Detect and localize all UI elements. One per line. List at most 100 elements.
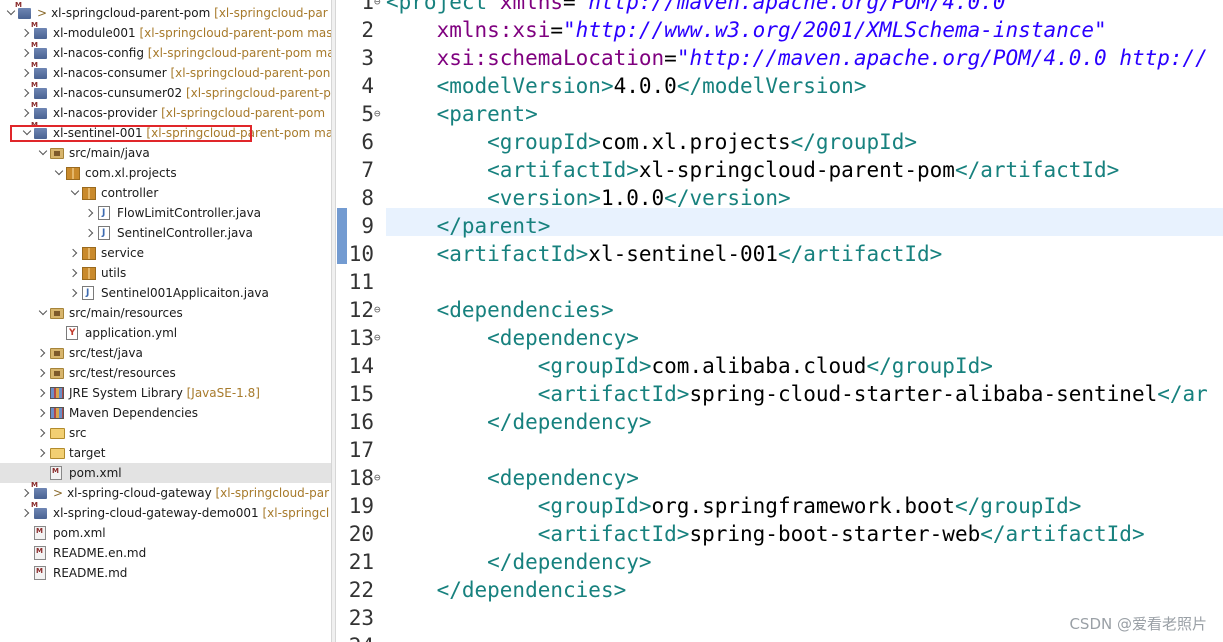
tree-item[interactable]: controller [0,183,331,203]
package-icon [82,267,96,280]
chevron-down-icon[interactable] [70,183,80,203]
tree-item[interactable]: README.md [0,563,331,583]
chevron-right-icon[interactable] [38,343,48,363]
code-token: org.springframework.boot [651,494,955,518]
project-icon [31,501,47,519]
tree-item[interactable]: src/test/java [0,343,331,363]
code-line[interactable]: 12 ⊖ <dependencies> [336,296,1223,324]
tree-item[interactable]: xl-nacos-consumer [xl-springcloud-parent… [0,61,331,83]
tree-item[interactable]: com.xl.projects [0,163,331,183]
tree-item[interactable]: service [0,243,331,263]
code-line[interactable]: 3 xsi:schemaLocation="http://maven.apach… [336,44,1223,72]
tree-item[interactable]: >xl-spring-cloud-gateway [xl-springcloud… [0,481,331,503]
tree-item[interactable]: README.en.md [0,543,331,563]
fold-toggle-icon[interactable]: ⊖ [374,464,381,492]
tree-item[interactable]: application.yml [0,323,331,343]
code-token: </dependencies> [436,578,627,602]
line-number: 19 [348,494,374,518]
code-line[interactable]: 5 ⊖ <parent> [336,100,1223,128]
code-token: <groupId> [537,494,652,518]
tree-item[interactable]: xl-nacos-provider [xl-springcloud-parent… [0,101,331,123]
chevron-down-icon[interactable] [38,143,48,163]
fold-toggle-icon[interactable]: ⊖ [374,0,381,16]
markdown-file-icon [34,566,46,580]
tree-item[interactable]: utils [0,263,331,283]
project-icon [31,61,47,79]
code-editor[interactable]: 1 ⊖ <project xmlns="http://maven.apache.or… [336,0,1223,642]
tree-item-label: utils [101,263,126,283]
tree-item[interactable]: target [0,443,331,463]
chevron-right-icon[interactable] [70,243,80,263]
tree-item-name: target [69,446,106,460]
tree-item[interactable]: pom.xml [0,463,331,483]
code-line[interactable]: 13 ⊖ <dependency> [336,324,1223,352]
tree-item[interactable]: xl-module001 [xl-springcloud-parent-pom … [0,21,331,43]
code-text: </dependency> [386,548,651,576]
tree-item[interactable]: xl-nacos-config [xl-springcloud-parent-p… [0,41,331,63]
tree-item[interactable]: xl-spring-cloud-gateway-demo001 [xl-spri… [0,501,331,523]
code-token: <project [386,0,500,14]
chevron-right-icon[interactable] [70,263,80,283]
code-line[interactable]: 10 <artifactId>xl-sentinel-001</artifact… [336,240,1223,268]
code-line[interactable]: 1 ⊖ <project xmlns="http://maven.apache.or… [336,0,1223,16]
code-line[interactable]: 7 <artifactId>xl-springcloud-parent-pom<… [336,156,1223,184]
chevron-right-icon[interactable] [70,283,80,303]
project-explorer[interactable]: >xl-springcloud-parent-pom [xl-springclo… [0,0,331,642]
code-line[interactable]: 8 <version>1.0.0</version> [336,184,1223,212]
chevron-right-icon[interactable] [38,363,48,383]
tree-item-name: src/test/java [69,346,143,360]
code-text: <groupId>org.springframework.boot</group… [386,492,1082,520]
code-line[interactable]: 2 xmlns:xsi="http://www.w3.org/2001/XMLS… [336,16,1223,44]
chevron-right-icon[interactable] [86,203,96,223]
tree-item-label: com.xl.projects [85,163,177,183]
tree-item[interactable]: JRE System Library [JavaSE-1.8] [0,383,331,403]
fold-toggle-icon[interactable]: ⊖ [374,100,381,128]
tree-item[interactable]: src/test/resources [0,363,331,383]
code-token: </parent> [436,214,551,238]
code-line[interactable]: 21 </dependency> [336,548,1223,576]
tree-item[interactable]: src/main/resources [0,303,331,323]
tree-item[interactable]: >xl-springcloud-parent-pom [xl-springclo… [0,1,331,23]
chevron-right-icon[interactable] [38,383,48,403]
tree-item-decoration: [JavaSE-1.8] [182,386,260,400]
tree-item[interactable]: Maven Dependencies [0,403,331,423]
tree-item-name: service [101,246,144,260]
chevron-down-icon[interactable] [38,303,48,323]
project-icon [31,21,47,39]
tree-item[interactable]: src/main/java [0,143,331,163]
fold-toggle-icon[interactable]: ⊖ [374,324,381,352]
code-line[interactable]: 14 <groupId>com.alibaba.cloud</groupId> [336,352,1223,380]
tree-item-label: xl-nacos-config [xl-springcloud-parent-p… [53,43,331,63]
chevron-right-icon[interactable] [38,443,48,463]
code-token: <groupId> [537,354,652,378]
code-line[interactable]: 18 ⊖ <dependency> [336,464,1223,492]
tree-item[interactable]: xl-nacos-cunsumer02 [xl-springcloud-pare… [0,81,331,103]
line-number: 18 [348,466,374,490]
fold-toggle-icon[interactable]: ⊖ [374,296,381,324]
code-line[interactable]: 6 <groupId>com.xl.projects</groupId> [336,128,1223,156]
code-line[interactable]: 16 </dependency> [336,408,1223,436]
code-line[interactable]: 15 <artifactId>spring-cloud-starter-alib… [336,380,1223,408]
tree-item[interactable]: Sentinel001Applicaiton.java [0,283,331,303]
tree-item[interactable]: src [0,423,331,443]
tree-item[interactable]: SentinelController.java [0,223,331,243]
code-line[interactable]: 4 <modelVersion>4.0.0</modelVersion> [336,72,1223,100]
chevron-right-icon[interactable] [38,423,48,443]
tree-item-decoration: [xl-springcl [258,506,330,520]
code-line[interactable]: 17 [336,436,1223,464]
markdown-file-icon [34,546,46,560]
code-line[interactable]: 9 </parent> [336,212,1223,240]
tree-item[interactable]: pom.xml [0,523,331,543]
code-line[interactable]: 11 [336,268,1223,296]
chevron-right-icon[interactable] [86,223,96,243]
code-line[interactable]: 20 <artifactId>spring-boot-starter-web</… [336,520,1223,548]
chevron-down-icon[interactable] [54,163,64,183]
code-line[interactable]: 22 </dependencies> [336,576,1223,604]
tree-item[interactable]: FlowLimitController.java [0,203,331,223]
chevron-right-icon[interactable] [38,403,48,423]
code-line[interactable]: 19 <groupId>org.springframework.boot</gr… [336,492,1223,520]
